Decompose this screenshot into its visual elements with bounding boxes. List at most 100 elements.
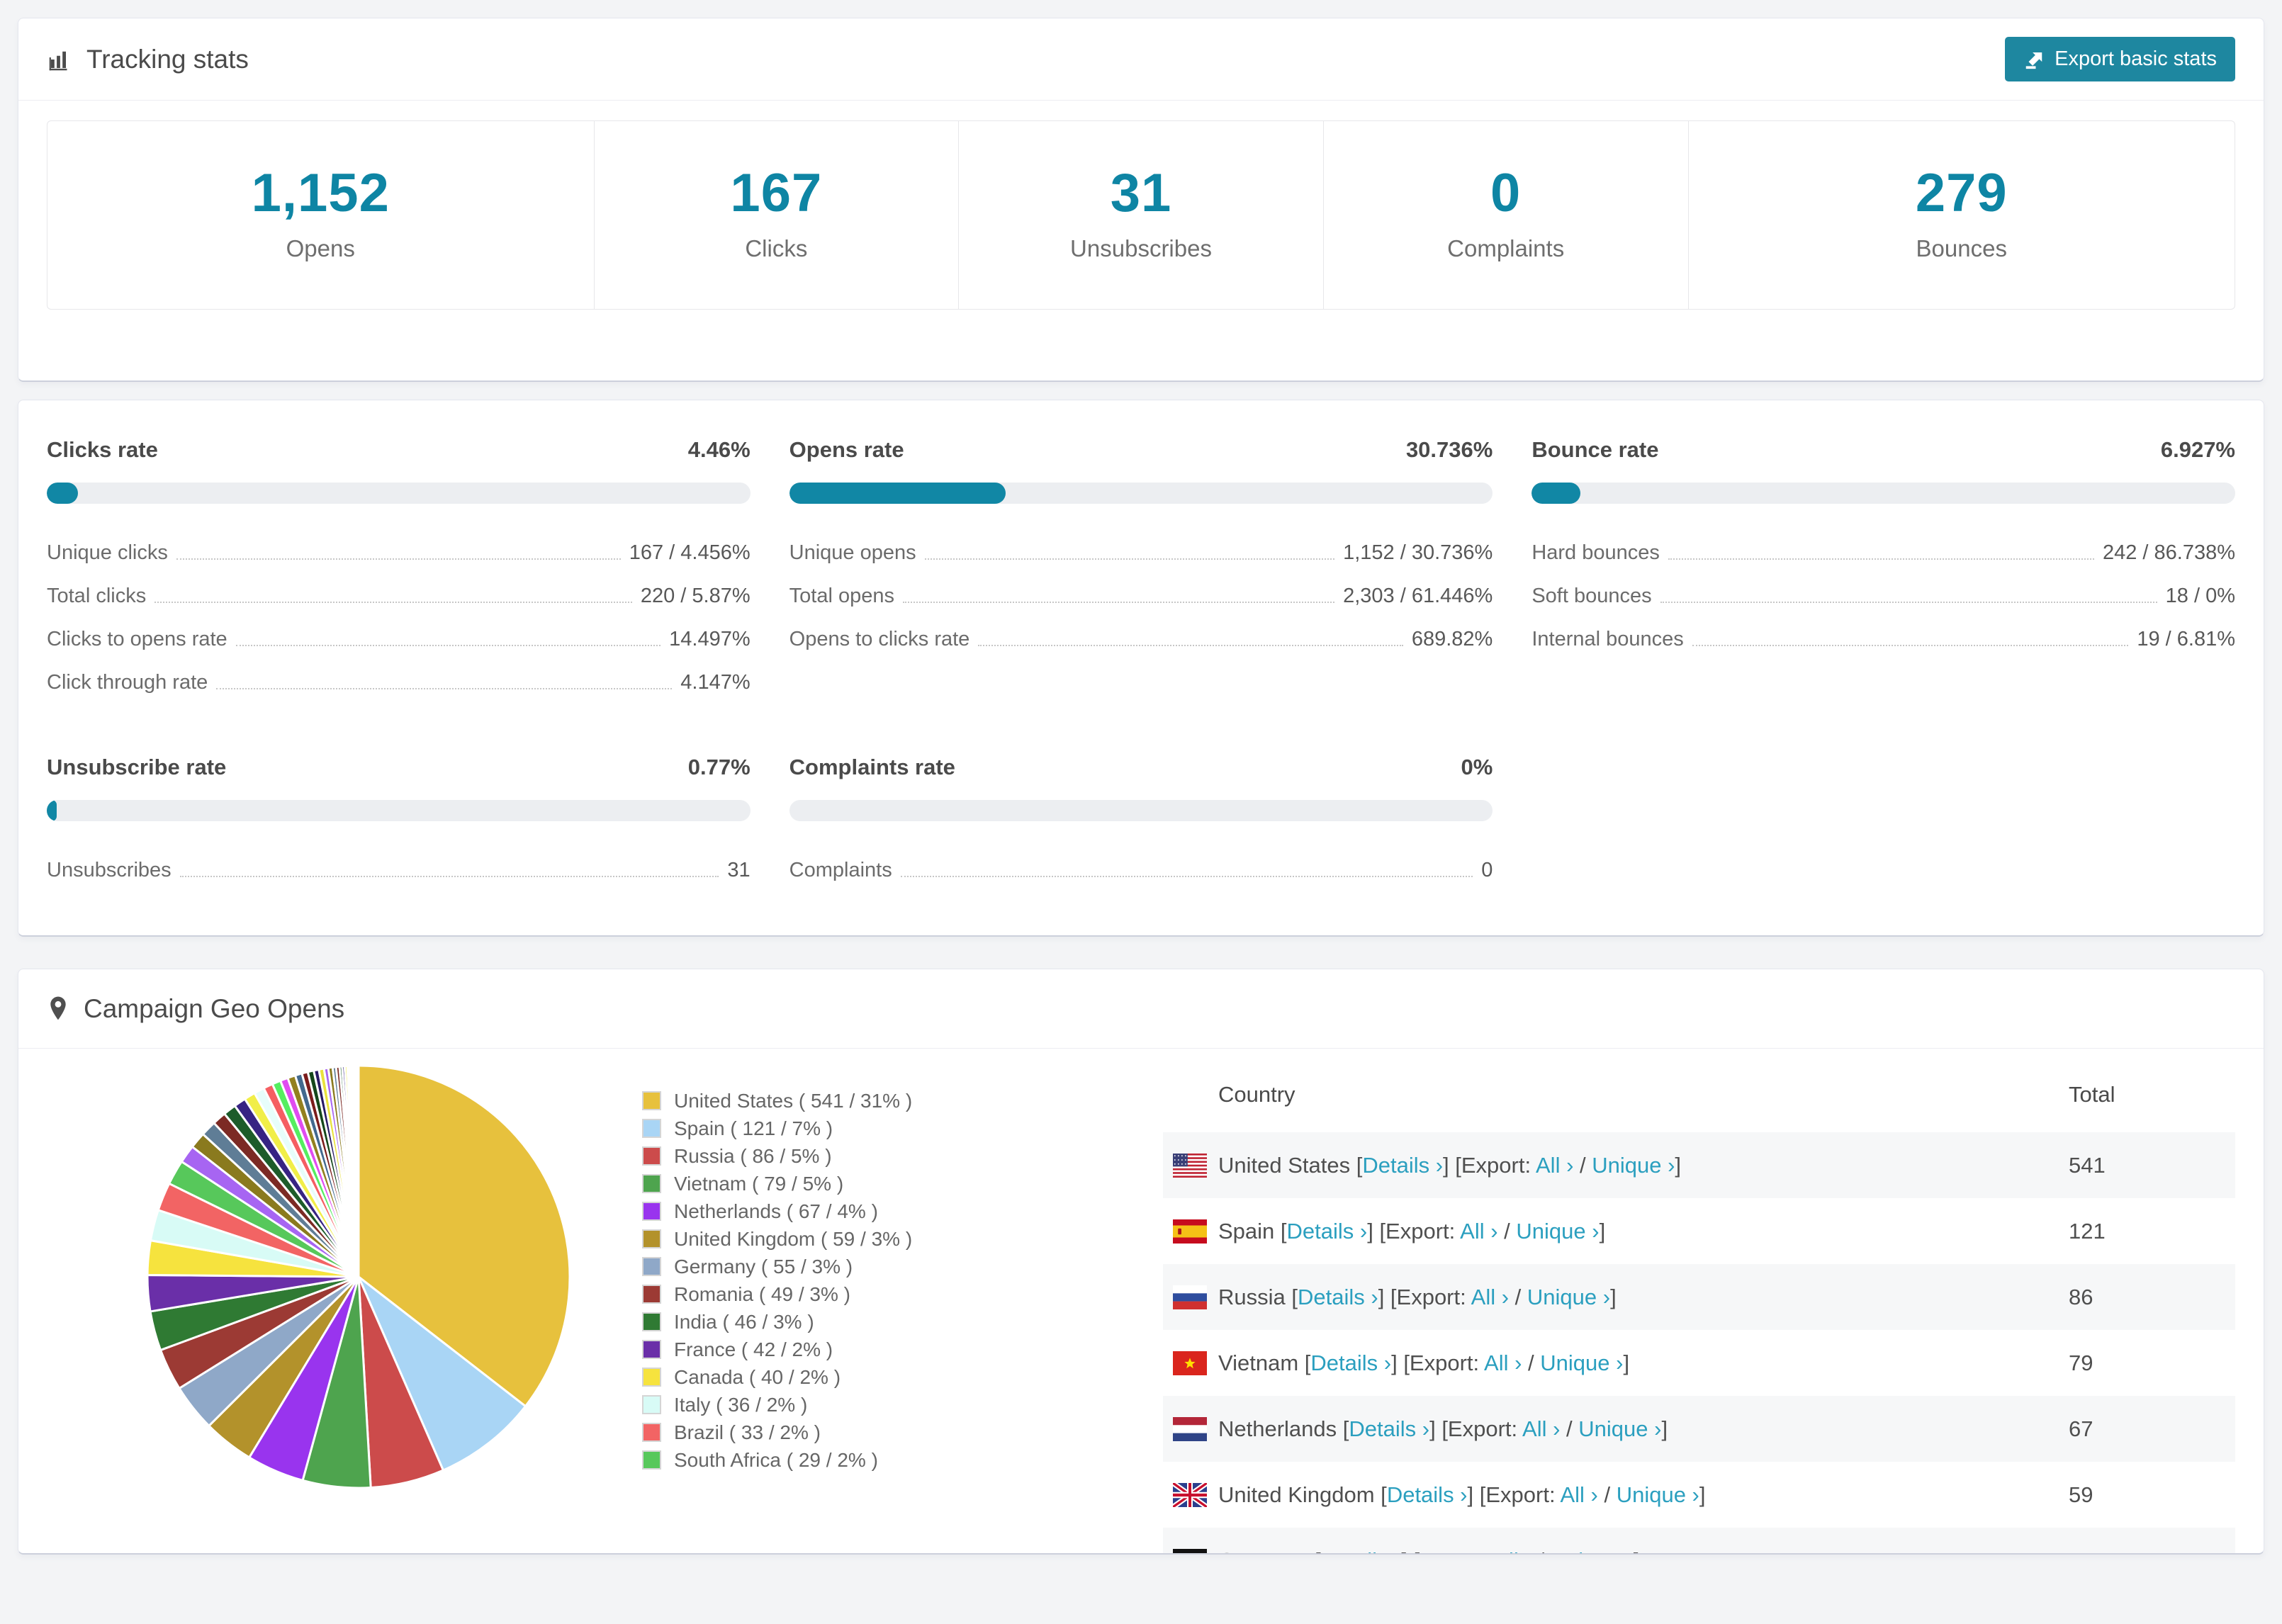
country-links: United Kingdom [Details ›] [Export: All … bbox=[1218, 1482, 1706, 1508]
rate-detail-value: 0 bbox=[1481, 859, 1493, 881]
vn-flag-icon bbox=[1173, 1350, 1207, 1375]
rate-value: 0.77% bbox=[687, 755, 751, 779]
table-row-us: United States [Details ›] [Export: All ›… bbox=[1163, 1132, 2235, 1198]
export-prefix: ] [Export: bbox=[1378, 1284, 1471, 1309]
legend-item: France ( 42 / 2% ) bbox=[642, 1336, 1039, 1363]
rate-section-opens-rate: Opens rate 30.736% Unique opens 1,152 / 30.… bbox=[789, 437, 1493, 704]
rate-detail-row: Total clicks 220 / 5.87% bbox=[47, 574, 751, 617]
stat-cell-unsubscribes: 31 Unsubscribes bbox=[959, 121, 1324, 309]
geo-table-header-country: Country bbox=[1218, 1082, 1295, 1107]
geo-header: Campaign Geo Opens bbox=[18, 969, 2264, 1049]
geo-pie-chart bbox=[139, 1057, 578, 1496]
dotted-leader bbox=[176, 558, 621, 560]
rate-detail-value: 242 / 86.738% bbox=[2102, 541, 2235, 564]
rate-section-clicks-rate: Clicks rate 4.46% Unique clicks 167 / 4.456… bbox=[47, 437, 751, 704]
link-separator: / bbox=[1560, 1416, 1579, 1441]
country-total: 79 bbox=[2069, 1350, 2093, 1375]
tracking-stats-header: Tracking stats Export basic stats bbox=[18, 18, 2264, 101]
country-name: United States [ bbox=[1218, 1152, 1363, 1178]
rate-detail-row: Hard bounces 242 / 86.738% bbox=[1531, 531, 2235, 574]
rate-detail-label: Unique opens bbox=[789, 541, 916, 564]
rate-detail-value: 1,152 / 30.736% bbox=[1343, 541, 1493, 564]
export-unique-link[interactable]: Unique › bbox=[1540, 1350, 1623, 1375]
bracket-close: ] bbox=[1623, 1350, 1630, 1375]
legend-swatch bbox=[642, 1202, 661, 1221]
details-link[interactable]: Details › bbox=[1321, 1548, 1402, 1554]
rate-value: 30.736% bbox=[1405, 437, 1493, 462]
nl-flag-icon bbox=[1173, 1416, 1207, 1441]
export-prefix: ] [Export: bbox=[1429, 1416, 1523, 1441]
export-unique-link[interactable]: Unique › bbox=[1592, 1153, 1675, 1178]
export-basic-stats-button[interactable]: Export basic stats bbox=[2005, 37, 2235, 81]
rate-progress-bar bbox=[1531, 483, 2235, 504]
export-prefix: ] [Export: bbox=[1467, 1482, 1561, 1507]
country-name: Germany [ bbox=[1218, 1548, 1321, 1554]
rate-section-complaints-rate: Complaints rate 0% Complaints 0 bbox=[789, 755, 1493, 891]
export-prefix: ] [Export: bbox=[1367, 1218, 1461, 1244]
rate-title: Clicks rate bbox=[47, 437, 158, 462]
export-all-link[interactable]: All › bbox=[1522, 1416, 1560, 1441]
rate-detail-label: Internal bounces bbox=[1531, 628, 1684, 650]
legend-item: Netherlands ( 67 / 4% ) bbox=[642, 1197, 1039, 1225]
legend-label: Spain ( 121 / 7% ) bbox=[674, 1117, 833, 1139]
legend-label: Brazil ( 33 / 2% ) bbox=[674, 1421, 821, 1443]
legend-item: United States ( 541 / 31% ) bbox=[642, 1087, 1039, 1115]
export-all-link[interactable]: All › bbox=[1494, 1548, 1531, 1554]
rate-title: Complaints rate bbox=[789, 755, 955, 779]
link-separator: / bbox=[1597, 1482, 1617, 1507]
table-row-ru: Russia [Details ›] [Export: All › / Uniq… bbox=[1163, 1264, 2235, 1330]
legend-item: India ( 46 / 3% ) bbox=[642, 1308, 1039, 1336]
geo-title: Campaign Geo Opens bbox=[47, 994, 344, 1024]
export-unique-link[interactable]: Unique › bbox=[1516, 1219, 1599, 1244]
rate-detail-label: Hard bounces bbox=[1531, 541, 1660, 564]
export-all-link[interactable]: All › bbox=[1484, 1350, 1522, 1375]
rate-detail-row: Internal bounces 19 / 6.81% bbox=[1531, 617, 2235, 660]
export-all-link[interactable]: All › bbox=[1560, 1482, 1597, 1507]
country-name: United Kingdom [ bbox=[1218, 1482, 1387, 1507]
rate-detail-row: Unique clicks 167 / 4.456% bbox=[47, 531, 751, 574]
rate-detail-value: 18 / 0% bbox=[2165, 585, 2235, 607]
gb-flag-icon bbox=[1173, 1482, 1207, 1507]
details-link[interactable]: Details › bbox=[1387, 1482, 1468, 1507]
rate-value: 6.927% bbox=[2160, 437, 2235, 462]
legend-item: South Africa ( 29 / 2% ) bbox=[642, 1446, 1039, 1474]
dotted-leader bbox=[1692, 645, 2129, 646]
rates-card: Clicks rate 4.46% Unique clicks 167 / 4.456… bbox=[18, 400, 2264, 937]
details-link[interactable]: Details › bbox=[1298, 1285, 1378, 1309]
bracket-close: ] bbox=[1634, 1548, 1640, 1554]
details-link[interactable]: Details › bbox=[1362, 1153, 1443, 1178]
rate-detail-value: 2,303 / 61.446% bbox=[1343, 585, 1493, 607]
export-unique-link[interactable]: Unique › bbox=[1578, 1416, 1661, 1441]
rate-detail-label: Total opens bbox=[789, 585, 894, 607]
legend-item: Spain ( 121 / 7% ) bbox=[642, 1115, 1039, 1142]
legend-swatch bbox=[642, 1368, 661, 1387]
export-unique-link[interactable]: Unique › bbox=[1551, 1548, 1634, 1554]
rate-detail-row: Click through rate 4.147% bbox=[47, 660, 751, 704]
legend-item: Romania ( 49 / 3% ) bbox=[642, 1280, 1039, 1308]
details-link[interactable]: Details › bbox=[1310, 1350, 1391, 1375]
rate-value: 4.46% bbox=[687, 437, 751, 462]
dotted-leader bbox=[179, 876, 719, 877]
stat-label: Clicks bbox=[745, 235, 808, 261]
legend-label: Italy ( 36 / 2% ) bbox=[674, 1393, 808, 1416]
country-total bbox=[2069, 1528, 2235, 1553]
export-all-link[interactable]: All › bbox=[1536, 1153, 1573, 1178]
export-all-link[interactable]: All › bbox=[1460, 1219, 1497, 1244]
rate-title: Opens rate bbox=[789, 437, 904, 462]
tracking-stats-title-text: Tracking stats bbox=[86, 44, 249, 74]
rate-detail-value: 4.147% bbox=[680, 671, 751, 694]
export-all-link[interactable]: All › bbox=[1471, 1285, 1509, 1309]
link-separator: / bbox=[1573, 1152, 1592, 1178]
rate-progress-fill bbox=[1531, 483, 1581, 504]
pie-slice bbox=[356, 1064, 360, 1278]
export-unique-link[interactable]: Unique › bbox=[1617, 1482, 1699, 1507]
rate-detail-row: Total opens 2,303 / 61.446% bbox=[789, 574, 1493, 617]
rate-detail-label: Clicks to opens rate bbox=[47, 628, 227, 650]
details-link[interactable]: Details › bbox=[1349, 1416, 1429, 1441]
geo-table-header-row: Country Total bbox=[1163, 1057, 2235, 1132]
export-unique-link[interactable]: Unique › bbox=[1527, 1285, 1610, 1309]
rate-detail-value: 167 / 4.456% bbox=[629, 541, 751, 564]
legend-label: South Africa ( 29 / 2% ) bbox=[674, 1448, 878, 1471]
rate-detail-row: Opens to clicks rate 689.82% bbox=[789, 617, 1493, 660]
details-link[interactable]: Details › bbox=[1287, 1219, 1368, 1244]
